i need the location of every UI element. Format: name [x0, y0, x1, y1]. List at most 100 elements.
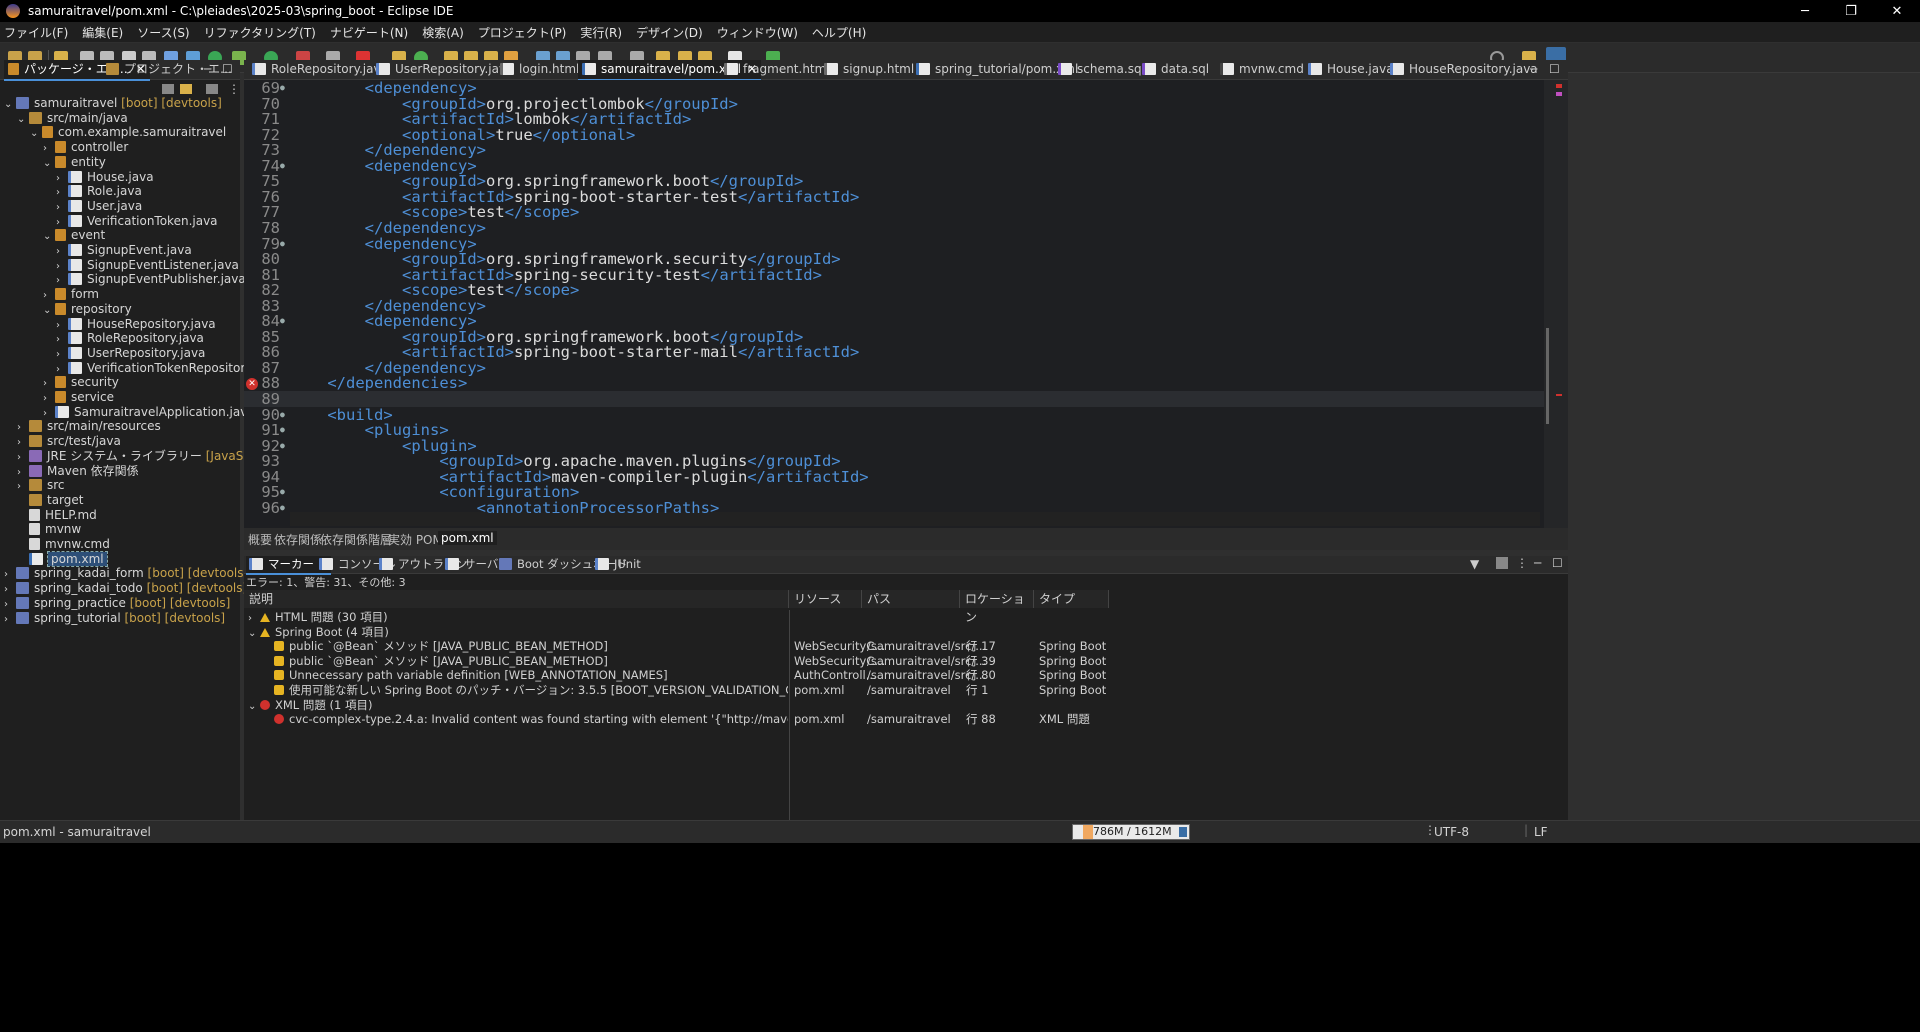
expanded-chevron-icon[interactable]: ⌄ — [4, 97, 16, 112]
menu-item[interactable]: 検索(A) — [422, 24, 464, 41]
tree-item[interactable]: ⌄ event — [43, 228, 105, 243]
minimize-button[interactable]: ─ — [1782, 4, 1828, 19]
menu-item[interactable]: ファイル(F) — [4, 24, 68, 41]
tree-item[interactable]: ⌄ entity — [43, 155, 106, 170]
tree-item[interactable]: › spring_practice [boot] [devtools] — [4, 596, 230, 611]
tree-item[interactable]: › SignupEventListener.java — [56, 258, 239, 273]
collapsed-chevron-icon[interactable]: › — [4, 612, 16, 627]
tree-item[interactable]: › security — [43, 375, 119, 390]
menu-item[interactable]: ヘルプ(H) — [812, 24, 866, 41]
tree-item[interactable]: › House.java — [56, 170, 154, 185]
menu-item[interactable]: 編集(E) — [82, 24, 123, 41]
view-menu-icon[interactable]: ⋮ — [228, 82, 240, 96]
fold-marker-icon[interactable]: ● — [280, 236, 288, 252]
menu-item[interactable]: 実行(R) — [580, 24, 622, 41]
fold-marker-icon[interactable]: ● — [280, 313, 288, 329]
tree-item[interactable]: › RoleRepository.java — [56, 331, 204, 346]
maximize-view-icon[interactable]: ☐ — [222, 62, 233, 76]
filter-icon[interactable] — [206, 84, 218, 94]
marker-row[interactable]: Unnecessary path variable definition [WE… — [244, 668, 1568, 683]
tree-item[interactable]: › User.java — [56, 199, 142, 214]
marker-row[interactable]: public `@Bean` メソッド [JAVA_PUBLIC_BEAN_ME… — [244, 639, 1568, 654]
tree-item[interactable]: › Role.java — [56, 184, 142, 199]
marker-group[interactable]: › HTML 問題 (30 項目) — [244, 610, 1568, 625]
column-header[interactable]: ロケーション — [960, 590, 1034, 624]
fold-marker-icon[interactable]: ● — [280, 422, 288, 438]
editor-tab[interactable]: signup.html — [820, 60, 918, 79]
expanded-chevron-icon[interactable]: ⌄ — [43, 229, 55, 244]
tree-item[interactable]: mvnw — [17, 522, 81, 537]
editor-tab[interactable]: House.java — [1304, 60, 1398, 79]
focus-icon[interactable] — [1496, 557, 1508, 569]
tree-item[interactable]: › src/test/java — [17, 434, 121, 449]
tree-item[interactable]: › src/main/resources — [17, 419, 161, 434]
pom-page-tab[interactable]: 依存関係階層 — [320, 531, 392, 548]
editor-tab[interactable]: mvnw.cmd — [1216, 60, 1308, 79]
column-header[interactable]: リソース — [789, 590, 862, 608]
fold-marker-icon[interactable]: ● — [280, 438, 288, 454]
pom-page-tab[interactable]: 実効 POM — [388, 531, 443, 548]
xml-editor[interactable]: 69 ● <dependency> 70 <groupId>org.projectl… — [244, 80, 1568, 528]
column-header[interactable]: 説明 — [244, 590, 789, 608]
editor-tab[interactable]: login.html — [496, 60, 583, 79]
tree-item[interactable]: ⌄ com.example.samuraitravel — [30, 125, 226, 140]
tree-item[interactable]: › spring_kadai_todo [boot] [devtools] — [4, 581, 247, 596]
maximize-button[interactable]: ❐ — [1828, 4, 1874, 19]
column-header[interactable]: タイプ — [1034, 590, 1109, 608]
expanded-chevron-icon[interactable]: ⌄ — [30, 126, 42, 141]
editor-tab[interactable]: RoleRepository.java — [248, 60, 392, 79]
tree-item[interactable]: › SamuraitravelApplication.java — [43, 405, 255, 420]
marker-group[interactable]: ⌄ XML 問題 (1 項目) — [244, 698, 1568, 713]
tree-item[interactable]: target — [17, 493, 84, 508]
panel-maximize-icon[interactable]: ☐ — [1552, 556, 1563, 570]
tree-item[interactable]: ⌄ repository — [43, 302, 132, 317]
minimize-view-icon[interactable]: ─ — [204, 62, 211, 76]
tree-item[interactable]: › Maven 依存関係 — [17, 464, 139, 479]
expanded-chevron-icon[interactable]: ⌄ — [43, 303, 55, 318]
fold-marker-icon[interactable]: ● — [280, 407, 288, 423]
menu-item[interactable]: プロジェクト(P) — [478, 24, 567, 41]
editor-maximize-icon[interactable]: ☐ — [1549, 62, 1560, 76]
fold-marker-icon[interactable]: ● — [280, 500, 288, 516]
tree-item[interactable]: › src — [17, 478, 65, 493]
menu-item[interactable]: ウィンドウ(W) — [717, 24, 798, 41]
fold-marker-icon[interactable]: ● — [280, 80, 288, 96]
menu-item[interactable]: デザイン(D) — [636, 24, 703, 41]
garbage-collect-icon[interactable] — [1179, 827, 1187, 837]
tab-project-explorer[interactable]: プロジェクト・エ… — [106, 60, 232, 79]
fold-marker-icon[interactable]: ● — [280, 158, 288, 174]
tree-item[interactable]: › form — [43, 287, 99, 302]
close-button[interactable]: ✕ — [1874, 4, 1920, 19]
tree-item[interactable]: HELP.md — [17, 508, 97, 523]
tree-item[interactable]: ⌄ src/main/java — [17, 111, 128, 126]
tree-item[interactable]: › HouseRepository.java — [56, 317, 216, 332]
editor-tab[interactable]: HouseRepository.java — [1386, 60, 1542, 79]
bottom-tab[interactable]: JUnit — [592, 556, 644, 573]
menu-item[interactable]: ソース(S) — [137, 24, 189, 41]
link-with-editor-icon[interactable] — [180, 84, 192, 94]
pom-page-tab[interactable]: pom.xml — [438, 531, 497, 545]
fold-marker-icon[interactable]: ● — [280, 484, 288, 500]
column-header[interactable]: パス — [862, 590, 960, 608]
marker-group[interactable]: ⌄ Spring Boot (4 項目) — [244, 625, 1568, 640]
editor-tab[interactable]: schema.sql — [1054, 60, 1149, 79]
editor-tab[interactable]: data.sql — [1138, 60, 1213, 79]
pom-page-tab[interactable]: 概要 — [248, 531, 272, 548]
filter-icon[interactable]: ▼ — [1470, 557, 1479, 571]
tree-item[interactable]: pom.xml — [17, 550, 108, 567]
expanded-chevron-icon[interactable]: ⌄ — [43, 156, 55, 171]
marker-row[interactable]: public `@Bean` メソッド [JAVA_PUBLIC_BEAN_ME… — [244, 654, 1568, 669]
tree-item[interactable]: mvnw.cmd — [17, 537, 110, 552]
tree-item[interactable]: › service — [43, 390, 114, 405]
tree-item[interactable]: › SignupEventPublisher.java — [56, 272, 246, 287]
view-menu-icon[interactable]: ⋮ — [1516, 556, 1528, 570]
panel-minimize-icon[interactable]: ─ — [1534, 556, 1541, 570]
pom-page-tab[interactable]: 依存関係 — [274, 531, 322, 548]
tree-item[interactable]: › spring_kadai_form [boot] [devtools] — [4, 566, 248, 581]
heap-status[interactable]: 786M / 1612M — [1072, 824, 1190, 840]
tree-item[interactable]: ⌄ samuraitravel [boot] [devtools] — [4, 96, 222, 111]
tree-item[interactable]: › JRE システム・ライブラリー [JavaSE-21] — [17, 449, 275, 464]
menu-item[interactable]: ナビゲート(N) — [330, 24, 408, 41]
collapse-all-icon[interactable] — [162, 84, 174, 94]
tree-item[interactable]: › spring_tutorial [boot] [devtools] — [4, 611, 225, 626]
